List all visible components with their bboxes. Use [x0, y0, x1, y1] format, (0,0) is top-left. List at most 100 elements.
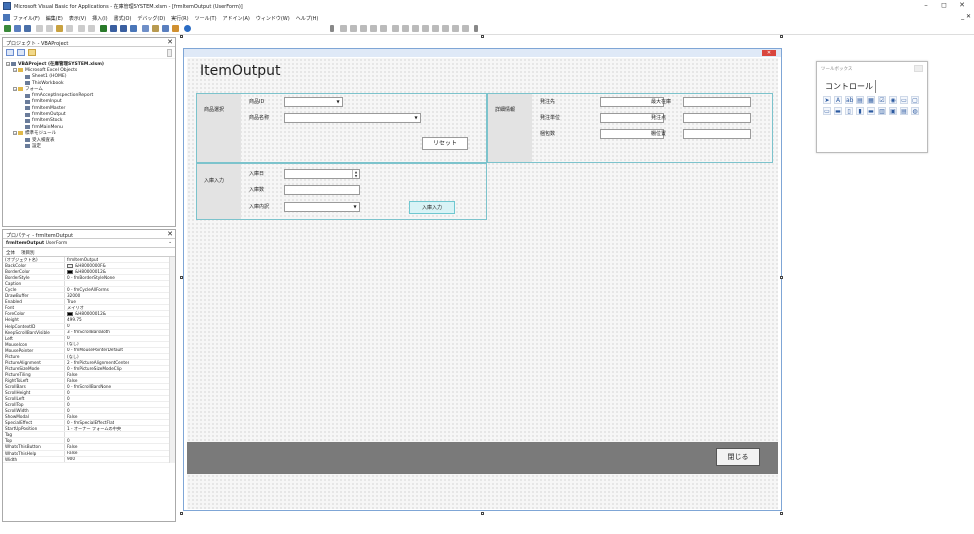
property-value-cell[interactable]: &H80000012&: [65, 311, 106, 316]
resize-handle-bl[interactable]: [180, 512, 183, 515]
property-value-cell[interactable]: 1 - オーナー フォームの中央: [65, 426, 121, 431]
group-icon[interactable]: [370, 25, 377, 32]
shelf-location-field[interactable]: [683, 129, 751, 139]
toolbox-control-12-icon[interactable]: ▮: [856, 107, 864, 115]
property-value-cell[interactable]: False: [65, 378, 78, 383]
menu-item-5[interactable]: デバッグ(D): [137, 15, 165, 22]
toolbox-control-3-icon[interactable]: ▤: [856, 96, 864, 104]
toolbox-control-14-icon[interactable]: ▥: [878, 107, 886, 115]
property-value-cell[interactable]: 3 - fmScrollBarsBoth: [65, 330, 110, 335]
property-value-cell[interactable]: 2 - fmPictureAlignmentCenter: [65, 360, 129, 365]
property-value-cell[interactable]: &H80000012&: [65, 269, 106, 274]
center-icon[interactable]: [350, 25, 357, 32]
tab-categorized[interactable]: 項目別: [21, 250, 35, 256]
tree-expander-icon[interactable]: −: [6, 62, 10, 67]
help-icon[interactable]: [184, 25, 191, 32]
align-icon[interactable]: [340, 25, 347, 32]
toolbox-control-13-icon[interactable]: ▬: [867, 107, 875, 115]
resize-handle-tl[interactable]: [180, 35, 183, 38]
property-value-cell[interactable]: 0: [65, 402, 70, 407]
menu-item-4[interactable]: 書式(O): [114, 15, 132, 22]
copy-icon[interactable]: [46, 25, 53, 32]
stock-in-qty-field[interactable]: [284, 185, 360, 195]
toolbox-icon[interactable]: [172, 25, 179, 32]
toolbox-control-15-icon[interactable]: ▣: [889, 107, 897, 115]
spin-arrows-icon[interactable]: ▲ ▼: [352, 170, 359, 178]
resize-handle-tr[interactable]: [780, 35, 783, 38]
menu-item-2[interactable]: 表示(V): [69, 15, 86, 22]
userform-close-icon[interactable]: ✕: [762, 50, 776, 56]
toolbox-control-7-icon[interactable]: ▭: [900, 96, 908, 104]
size-icon[interactable]: [360, 25, 367, 32]
tree-expander-icon[interactable]: −: [13, 87, 17, 92]
property-value-cell[interactable]: 32000: [65, 293, 80, 298]
outdent-icon[interactable]: [402, 25, 409, 32]
next-bookmark-icon[interactable]: [442, 25, 449, 32]
object-selector[interactable]: frmItemOutput UserForm ⌄: [3, 239, 175, 248]
vba-menu-icon[interactable]: [3, 14, 10, 21]
menu-item-6[interactable]: 実行(R): [171, 15, 188, 22]
property-value-cell[interactable]: 0 - fmSpecialEffectFlat: [65, 420, 114, 425]
toolbox-control-16-icon[interactable]: ▤: [900, 107, 908, 115]
toolbox-close-icon[interactable]: [914, 65, 923, 72]
item-id-combobox[interactable]: ▼: [284, 97, 343, 107]
menu-item-7[interactable]: ツール(T): [195, 15, 217, 22]
design-mode-icon[interactable]: [130, 25, 137, 32]
menu-item-1[interactable]: 編集(E): [46, 15, 63, 22]
reset-icon[interactable]: [120, 25, 127, 32]
project-explorer-icon[interactable]: [142, 25, 149, 32]
property-value-cell[interactable]: &H8000000F&: [65, 263, 106, 268]
property-row[interactable]: Width 900: [3, 456, 175, 463]
property-value-cell[interactable]: (なし): [65, 354, 79, 359]
break-icon[interactable]: [110, 25, 117, 32]
toolbox-control-17-icon[interactable]: ◍: [911, 107, 919, 115]
view-excel-icon[interactable]: [4, 25, 11, 32]
toolbar-grip-icon[interactable]: [330, 25, 334, 32]
resize-handle-ml[interactable]: [180, 276, 183, 279]
toolbar-grip-icon-2[interactable]: [474, 25, 478, 32]
toolbox-control-1-icon[interactable]: A: [834, 96, 842, 104]
property-value-cell[interactable]: 0 - fmMousePointerDefault: [65, 348, 123, 353]
resize-handle-bc[interactable]: [481, 512, 484, 515]
paste-icon[interactable]: [56, 25, 63, 32]
toolbox-control-11-icon[interactable]: ▯: [845, 107, 853, 115]
view-object-icon[interactable]: [17, 49, 25, 56]
menu-item-3[interactable]: 挿入(I): [92, 15, 107, 22]
property-value-cell[interactable]: 0 - fmScrollBarsNone: [65, 384, 111, 389]
properties-close-icon[interactable]: ✕: [167, 230, 173, 238]
stock-in-detail-combobox[interactable]: ▼: [284, 202, 360, 212]
toolbox-control-0-icon[interactable]: ➤: [823, 96, 831, 104]
property-value-cell[interactable]: frmItemOutput: [65, 257, 98, 262]
cut-icon[interactable]: [36, 25, 43, 32]
property-value-cell[interactable]: 0: [65, 324, 70, 329]
uncomment-icon[interactable]: [422, 25, 429, 32]
toolbox-control-8-icon[interactable]: ▢: [911, 96, 919, 104]
chevron-down-icon[interactable]: ▼: [335, 99, 341, 105]
property-value-cell[interactable]: 0: [65, 390, 70, 395]
property-value-cell[interactable]: [65, 281, 67, 286]
toolbox-control-10-icon[interactable]: ▬: [834, 107, 842, 115]
stock-in-submit-button[interactable]: 入庫入力: [409, 201, 455, 214]
menu-item-10[interactable]: ヘルプ(H): [296, 15, 319, 22]
property-value-cell[interactable]: メイリオ: [65, 305, 84, 310]
comment-icon[interactable]: [412, 25, 419, 32]
toolbox-tab-controls[interactable]: コントロール: [823, 80, 876, 93]
minimize-button[interactable]: –: [918, 1, 934, 9]
chevron-down-icon[interactable]: ▼: [413, 115, 419, 121]
userform-body[interactable]: ItemOutput 商品選択 商品ID ▼ 商品名称 ▼ リセット 詳細情報 …: [187, 58, 778, 509]
close-form-button[interactable]: 閉じる: [716, 448, 760, 466]
property-value-cell[interactable]: 0: [65, 438, 70, 443]
property-value-cell[interactable]: 0: [65, 408, 70, 413]
document-window-controls[interactable]: _ ✕: [961, 13, 971, 20]
find-icon[interactable]: [66, 25, 73, 32]
chevron-down-icon[interactable]: ▼: [352, 204, 358, 210]
property-value-cell[interactable]: 0 - fmPictureSizeModeClip: [65, 366, 122, 371]
toggle-folders-icon[interactable]: [28, 49, 36, 56]
tree-expander-icon[interactable]: −: [13, 68, 17, 73]
prev-bookmark-icon[interactable]: [452, 25, 459, 32]
object-browser-icon[interactable]: [162, 25, 169, 32]
chevron-down-icon[interactable]: ⌄: [168, 240, 172, 245]
bookmark-icon[interactable]: [432, 25, 439, 32]
undo-icon[interactable]: [78, 25, 85, 32]
resize-handle-tc[interactable]: [481, 35, 484, 38]
